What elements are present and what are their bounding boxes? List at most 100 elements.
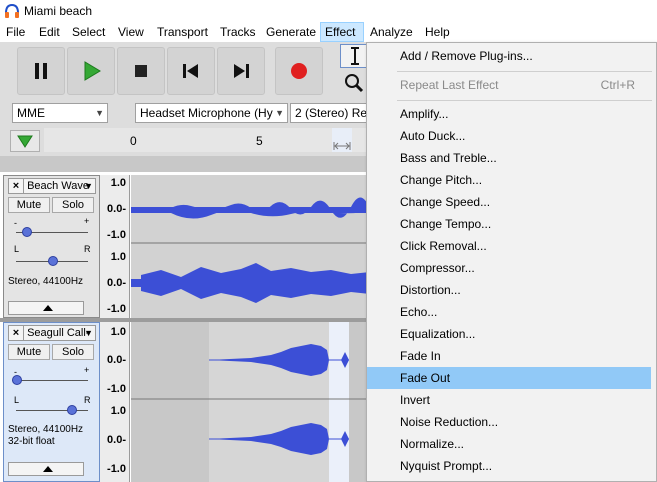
pan-slider-knob[interactable] xyxy=(48,256,58,266)
menu-item-repeat-last-effect[interactable]: Repeat Last Effect Ctrl+R xyxy=(367,74,655,96)
waveform-beach-wave[interactable] xyxy=(131,175,370,318)
gain-slider-knob[interactable] xyxy=(22,227,32,237)
menu-item-fade-out[interactable]: Fade Out xyxy=(367,367,651,389)
menu-item-bass-and-treble[interactable]: Bass and Treble... xyxy=(367,147,655,169)
scale-top: 1.0 xyxy=(110,326,126,338)
menu-transport[interactable]: Transport xyxy=(153,22,212,42)
collapse-track-button[interactable] xyxy=(8,301,84,315)
menu-item-label: Bass and Treble... xyxy=(400,151,497,165)
menu-separator xyxy=(397,71,652,72)
vertical-scale: 1.0 0.0- -1.0 1.0 0.0- -1.0 xyxy=(100,322,130,482)
recording-channels-value: 2 (Stereo) Rec xyxy=(295,106,370,120)
menu-tracks[interactable]: Tracks xyxy=(216,22,260,42)
mute-button[interactable]: Mute xyxy=(8,197,50,213)
pan-slider-knob[interactable] xyxy=(67,405,77,415)
scale-bottom-2: -1.0 xyxy=(107,303,126,315)
menu-item-noise-reduction[interactable]: Noise Reduction... xyxy=(367,411,655,433)
menu-item-label: Noise Reduction... xyxy=(400,415,499,429)
menu-separator xyxy=(397,100,652,101)
menu-item-change-tempo[interactable]: Change Tempo... xyxy=(367,213,655,235)
menu-item-label: Add / Remove Plug-ins... xyxy=(400,49,533,63)
menu-item-label: Invert xyxy=(400,393,431,407)
chevron-down-icon: ▼ xyxy=(275,108,284,118)
menu-item-label: Equalization... xyxy=(400,327,476,341)
menu-item-distortion[interactable]: Distortion... xyxy=(367,279,655,301)
gain-plus-label: + xyxy=(84,216,90,226)
menu-item-label: Click Removal... xyxy=(400,239,487,253)
menu-item-label: Nyquist Prompt... xyxy=(400,459,493,473)
play-head-triangle-icon xyxy=(17,135,33,148)
menu-item-change-pitch[interactable]: Change Pitch... xyxy=(367,169,655,191)
track-control-panel[interactable]: × Seagull Call- ▼ Mute Solo - + L R Ster… xyxy=(3,322,100,482)
menu-item-add-remove-plugins[interactable]: Add / Remove Plug-ins... xyxy=(367,45,655,67)
menu-bar: File Edit Select View Transport Tracks G… xyxy=(0,22,657,42)
menu-effect[interactable]: Effect xyxy=(320,22,364,42)
menu-item-label: Echo... xyxy=(400,305,438,319)
track-name-menu[interactable]: × Beach Wave ▼ xyxy=(8,178,96,194)
audio-host-select[interactable]: MME ▼ xyxy=(12,103,108,123)
track-format-info: Stereo, 44100Hz xyxy=(8,276,84,287)
skip-start-icon xyxy=(183,64,198,78)
pause-button[interactable] xyxy=(17,47,65,95)
recording-channels-select[interactable]: 2 (Stereo) Rec xyxy=(290,103,370,123)
menu-item-change-speed[interactable]: Change Speed... xyxy=(367,191,655,213)
mute-button[interactable]: Mute xyxy=(8,344,50,360)
device-toolbar: MME ▼ Headset Microphone (Hy ▼ 2 (Stereo… xyxy=(0,100,370,223)
chevron-down-icon: ▼ xyxy=(84,181,93,191)
menu-generate[interactable]: Generate xyxy=(262,22,320,42)
waveform-graphic xyxy=(131,322,370,482)
menu-item-normalize[interactable]: Normalize... xyxy=(367,433,655,455)
ruler-tick-5: 5 xyxy=(256,134,263,148)
menu-item-amplify[interactable]: Amplify... xyxy=(367,103,655,125)
menu-item-label: Distortion... xyxy=(400,283,461,297)
timeline-ruler[interactable]: 0 5 xyxy=(44,128,370,152)
scale-mid: 0.0- xyxy=(107,203,126,215)
scale-bottom: -1.0 xyxy=(107,229,126,241)
audio-host-value: MME xyxy=(17,106,45,120)
menu-analyze[interactable]: Analyze xyxy=(366,22,417,42)
close-icon[interactable]: × xyxy=(9,326,24,340)
stop-button[interactable] xyxy=(117,47,165,95)
menu-item-fade-in[interactable]: Fade In xyxy=(367,345,655,367)
skip-end-icon xyxy=(234,64,249,78)
transport-toolbar xyxy=(0,42,370,100)
menu-item-nyquist-prompt[interactable]: Nyquist Prompt... xyxy=(367,455,655,477)
menu-edit[interactable]: Edit xyxy=(35,22,64,42)
skip-to-end-button[interactable] xyxy=(217,47,265,95)
collapse-track-button[interactable] xyxy=(8,462,84,476)
skip-to-start-button[interactable] xyxy=(167,47,215,95)
waveform-seagull-call[interactable] xyxy=(131,322,370,482)
menu-help[interactable]: Help xyxy=(421,22,454,42)
menu-item-click-removal[interactable]: Click Removal... xyxy=(367,235,655,257)
scale-mid-2: 0.0- xyxy=(107,277,126,289)
menu-view[interactable]: View xyxy=(114,22,148,42)
menu-file[interactable]: File xyxy=(2,22,29,42)
menu-item-echo[interactable]: Echo... xyxy=(367,301,655,323)
pan-slider-track xyxy=(16,410,88,411)
play-button[interactable] xyxy=(67,47,115,95)
menu-select[interactable]: Select xyxy=(68,22,109,42)
recording-device-value: Headset Microphone (Hy xyxy=(140,106,273,120)
track-name-menu[interactable]: × Seagull Call- ▼ xyxy=(8,325,96,341)
menu-item-invert[interactable]: Invert xyxy=(367,389,655,411)
scale-bottom-2: -1.0 xyxy=(107,463,126,475)
timeline-options-button[interactable] xyxy=(10,130,40,152)
selection-handles-icon xyxy=(333,142,351,150)
gain-slider-knob[interactable] xyxy=(12,375,22,385)
waveform-graphic xyxy=(131,175,370,303)
track-control-panel[interactable]: × Beach Wave ▼ Mute Solo - + L R Stereo,… xyxy=(3,175,100,318)
scale-top-2: 1.0 xyxy=(110,251,126,263)
menu-item-label: Fade In xyxy=(400,349,441,363)
solo-button[interactable]: Solo xyxy=(52,344,94,360)
menu-item-auto-duck[interactable]: Auto Duck... xyxy=(367,125,655,147)
solo-button[interactable]: Solo xyxy=(52,197,94,213)
record-button[interactable] xyxy=(275,47,323,95)
menu-item-compressor[interactable]: Compressor... xyxy=(367,257,655,279)
menu-item-label: Auto Duck... xyxy=(400,129,466,143)
i-beam-icon xyxy=(351,47,359,65)
recording-device-select[interactable]: Headset Microphone (Hy ▼ xyxy=(135,103,288,123)
pan-right-label: R xyxy=(84,244,91,254)
track-area-top xyxy=(0,156,370,172)
menu-item-equalization[interactable]: Equalization... xyxy=(367,323,655,345)
close-icon[interactable]: × xyxy=(9,179,24,193)
